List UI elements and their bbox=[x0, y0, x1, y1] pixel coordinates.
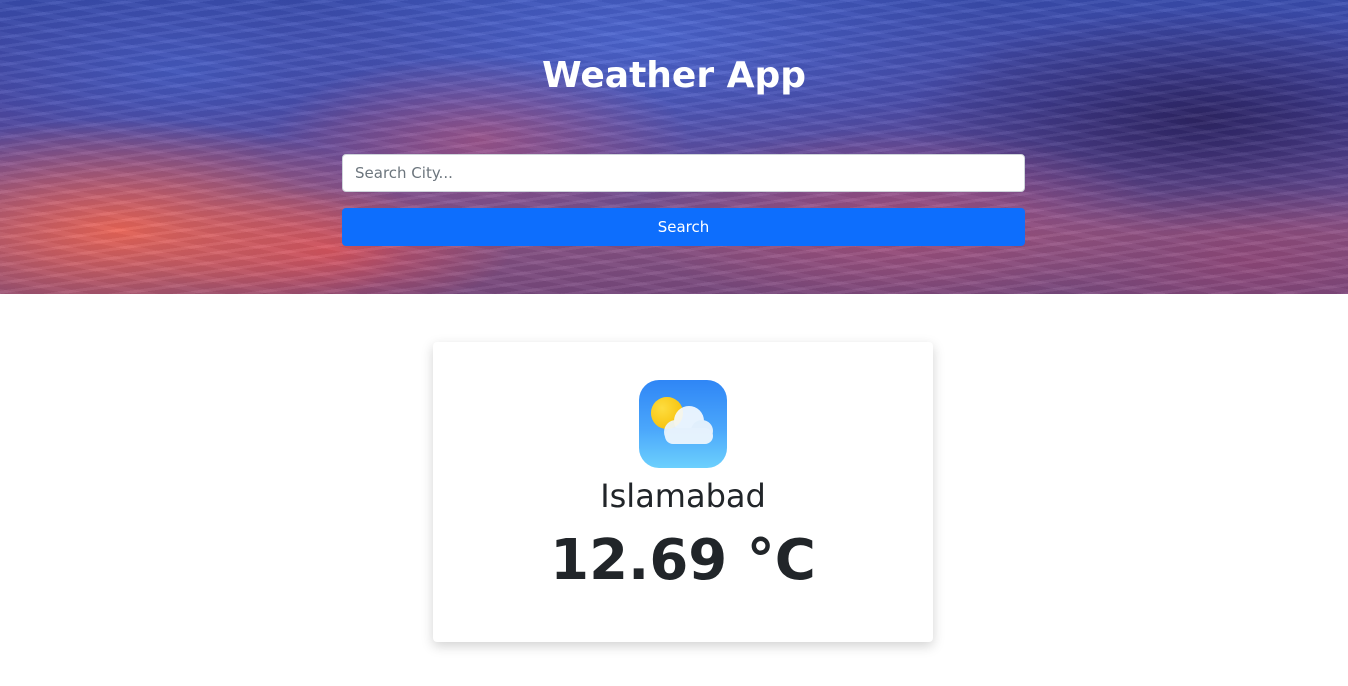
search-button[interactable]: Search bbox=[342, 208, 1025, 246]
hero-banner: Weather App Search bbox=[0, 0, 1348, 294]
app-title: Weather App bbox=[541, 55, 807, 96]
city-name: Islamabad bbox=[600, 477, 766, 515]
partly-cloudy-icon-graphic bbox=[651, 397, 713, 444]
partly-cloudy-icon bbox=[639, 380, 727, 468]
temperature-value: 12.69 °C bbox=[550, 528, 816, 593]
weather-card: Islamabad 12.69 °C bbox=[433, 342, 933, 642]
search-input[interactable] bbox=[342, 154, 1025, 192]
